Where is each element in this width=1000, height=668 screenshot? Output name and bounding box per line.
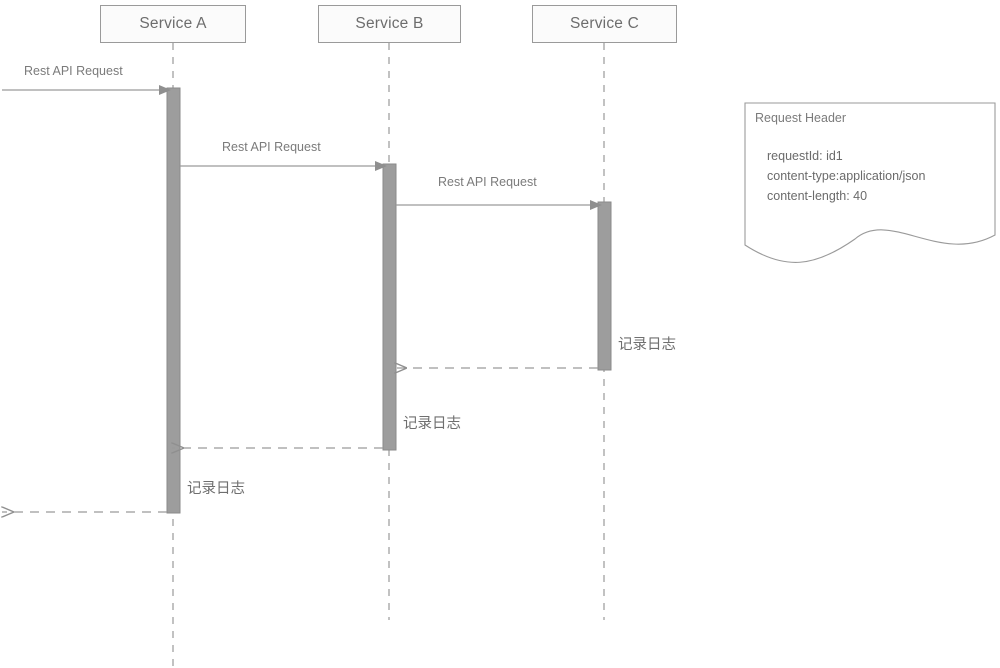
activation-bar-a [166,87,181,514]
lifeline-header-label-c: Service C [570,15,639,32]
message-label-m1: Rest API Request [24,64,123,78]
activation-bar-b [382,163,397,451]
activation-bar-c [597,201,612,371]
message-label-m6: 记录日志 [187,481,245,497]
lifeline-header-c[interactable]: Service C [532,5,677,43]
message-label-m4: 记录日志 [618,337,676,353]
request-header-note: Request Header requestId: id1 content-ty… [745,103,995,253]
note-line-requestid: requestId: id1 [767,149,843,163]
note-line-content-length: content-length: 40 [767,189,868,203]
sequence-diagram-canvas: Service A Service B Service C Rest API Req… [0,0,1000,668]
message-label-m2: Rest API Request [222,140,321,154]
note-line-content-type: content-type:application/json [767,169,926,183]
lifeline-header-b[interactable]: Service B [318,5,461,43]
lifeline-header-label-a: Service A [139,15,207,32]
note-title: Request Header [755,111,847,125]
note-text-layer: Request Header requestId: id1 content-ty… [745,103,995,253]
lifeline-header-label-b: Service B [355,15,424,32]
message-label-m3: Rest API Request [438,175,537,189]
lifeline-header-a[interactable]: Service A [100,5,246,43]
message-label-m5: 记录日志 [403,416,461,432]
diagram-vector-layer [0,43,996,666]
